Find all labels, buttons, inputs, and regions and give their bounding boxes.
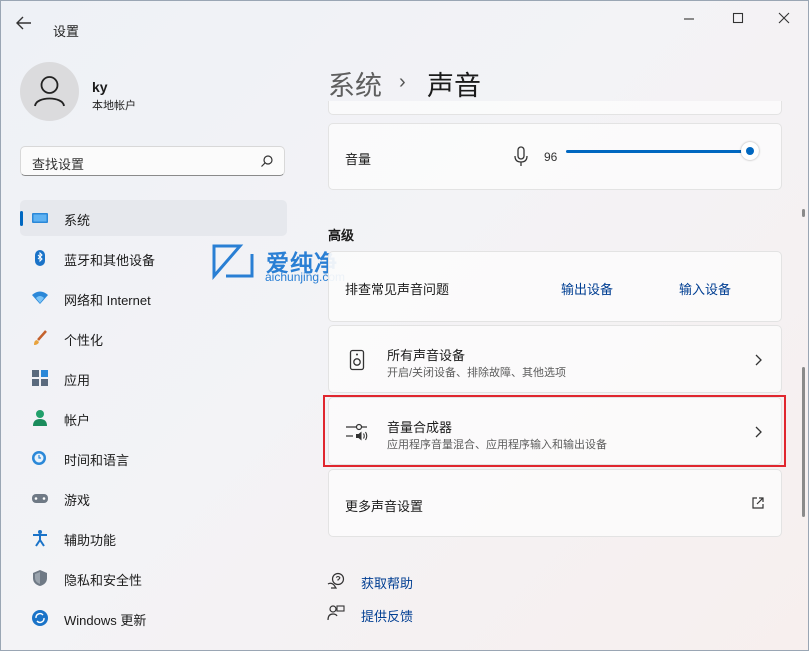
scrollbar-segment[interactable] (802, 209, 805, 217)
volume-value: 96 (544, 150, 558, 164)
section-title-advanced: 高级 (328, 228, 355, 243)
sidebar-item-label: 隐私和安全性 (64, 573, 143, 588)
bluetooth-icon (35, 250, 45, 266)
get-help-icon (327, 572, 345, 589)
more-sound-settings-label: 更多声音设置 (345, 499, 424, 514)
sidebar-item-label: 网络和 Internet (64, 293, 151, 308)
sidebar-item-label: 系统 (64, 213, 91, 228)
highlight-box (323, 395, 786, 467)
troubleshoot-label: 排查常见声音问题 (345, 282, 450, 297)
get-help-link[interactable]: 获取帮助 (361, 573, 413, 592)
sidebar-item-windows-update[interactable]: Windows 更新 (20, 600, 287, 636)
scrolled-card-edge (328, 101, 782, 115)
volume-label: 音量 (345, 152, 372, 167)
windows-update-icon (32, 610, 48, 626)
chevron-right-icon (755, 354, 762, 366)
sidebar-item-time-language[interactable]: 时间和语言 (20, 440, 287, 476)
system-icon (32, 213, 48, 223)
feedback-link[interactable]: 提供反馈 (361, 606, 413, 625)
breadcrumb-parent[interactable]: 系统 (328, 64, 382, 103)
more-sound-settings-card[interactable]: 更多声音设置 (328, 469, 782, 537)
network-icon (32, 291, 48, 304)
personalization-icon (34, 330, 47, 345)
sidebar-item-label: 辅助功能 (64, 533, 117, 548)
sidebar-item-label: 时间和语言 (64, 453, 130, 468)
sidebar-item-label: 游戏 (64, 493, 91, 508)
input-devices-link[interactable]: 输入设备 (679, 279, 731, 298)
search-icon[interactable] (260, 154, 274, 168)
all-sound-devices-subtitle: 开启/关闭设备、排除故障、其他选项 (387, 367, 567, 379)
gaming-icon (32, 494, 48, 503)
accessibility-icon (33, 530, 47, 547)
external-link-icon (752, 497, 764, 509)
sidebar-item-gaming[interactable]: 游戏 (20, 480, 287, 516)
title-bar: 设置 (1, 1, 808, 45)
sidebar-item-privacy[interactable]: 隐私和安全性 (20, 560, 287, 596)
user-icon (34, 76, 65, 107)
apps-icon (32, 370, 48, 386)
all-sound-devices-title: 所有声音设备 (387, 348, 466, 363)
sidebar-item-label: 蓝牙和其他设备 (64, 253, 156, 268)
microphone-icon[interactable] (513, 146, 529, 168)
sidebar-item-label: Windows 更新 (64, 613, 147, 628)
breadcrumb-separator: › (399, 71, 406, 93)
sidebar-item-personalization[interactable]: 个性化 (20, 320, 287, 356)
scrollbar-thumb[interactable] (802, 367, 805, 517)
output-devices-link[interactable]: 输出设备 (561, 279, 613, 298)
volume-card: 音量 96 (328, 123, 782, 190)
search-box[interactable]: 查找设置 (20, 146, 285, 176)
sidebar-item-label: 个性化 (64, 333, 104, 348)
sidebar-item-apps[interactable]: 应用 (20, 360, 287, 396)
maximize-button[interactable] (727, 11, 749, 31)
accounts-icon (33, 410, 47, 426)
sidebar-item-system[interactable]: 系统 (20, 200, 287, 236)
sidebar-item-network[interactable]: 网络和 Internet (20, 280, 287, 316)
page-title: 声音 (427, 71, 481, 101)
watermark-logo-icon (212, 244, 254, 280)
all-sound-devices-card[interactable]: 所有声音设备 开启/关闭设备、排除故障、其他选项 (328, 325, 782, 393)
minimize-button[interactable] (678, 11, 700, 31)
settings-window: 设置 ky 本地帐户 查找设置 系统 蓝牙和其他设备 网络和 Internet … (0, 0, 809, 651)
sidebar-item-accounts[interactable]: 帐户 (20, 400, 287, 436)
troubleshoot-card: 排查常见声音问题 输出设备 输入设备 (328, 251, 782, 322)
back-arrow-icon[interactable] (15, 15, 35, 31)
volume-slider-fill (566, 150, 751, 153)
profile-account-type: 本地帐户 (92, 100, 136, 112)
sidebar-item-accessibility[interactable]: 辅助功能 (20, 520, 287, 556)
speaker-icon (349, 349, 365, 371)
shield-icon (33, 570, 47, 586)
close-button[interactable] (773, 11, 795, 31)
sidebar-item-label: 帐户 (64, 413, 91, 428)
feedback-icon (327, 605, 345, 621)
volume-slider-thumb[interactable] (741, 142, 759, 160)
window-title: 设置 (53, 24, 80, 39)
profile-name: ky (92, 79, 108, 95)
avatar[interactable] (20, 62, 79, 121)
search-input[interactable]: 查找设置 (32, 154, 84, 173)
time-language-icon (32, 451, 46, 465)
sidebar-item-label: 应用 (64, 373, 91, 388)
